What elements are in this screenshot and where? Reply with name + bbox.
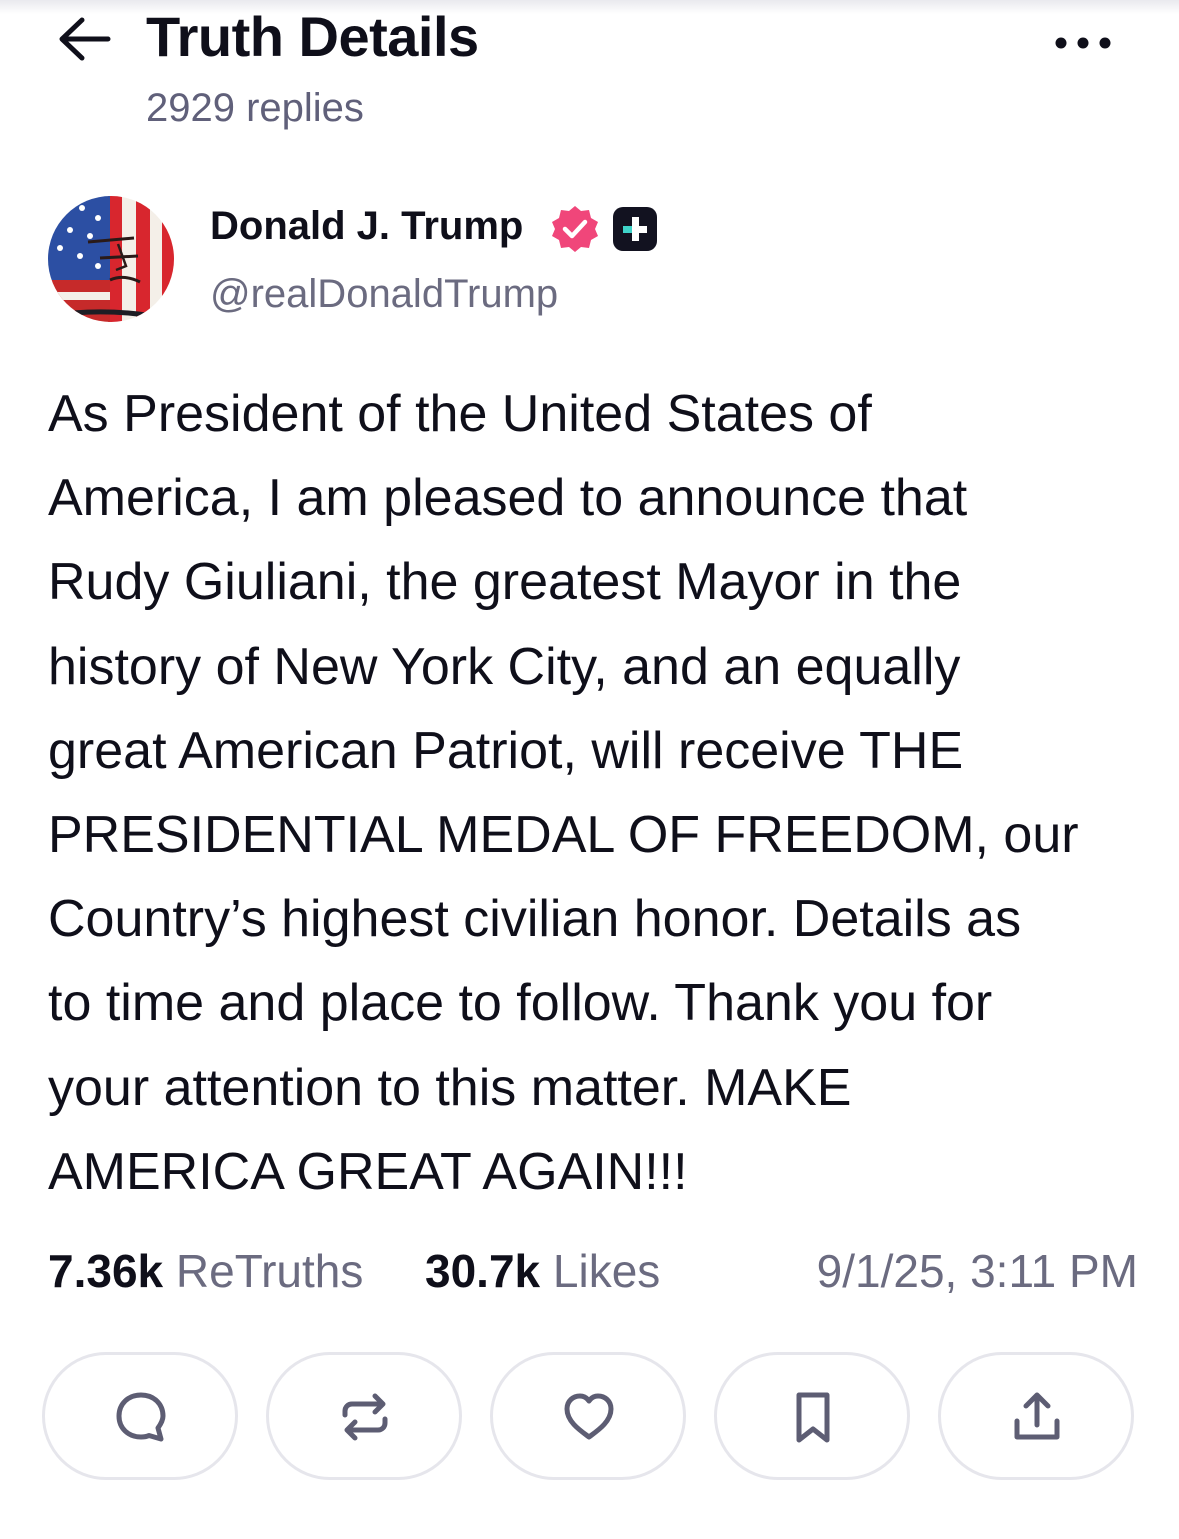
truth-plus-badge-icon — [612, 206, 658, 252]
reply-icon — [116, 1392, 166, 1442]
retruths-stat[interactable]: 7.36k ReTruths — [48, 1244, 363, 1298]
author-name[interactable]: Donald J. Trump — [210, 204, 523, 249]
share-button[interactable] — [938, 1352, 1134, 1480]
retruths-count: 7.36k — [48, 1245, 164, 1297]
more-horizontal-icon — [1055, 37, 1111, 49]
replies-count: 2929 replies — [146, 86, 364, 130]
retruths-label: ReTruths — [175, 1245, 364, 1297]
bookmark-icon — [796, 1392, 830, 1443]
likes-stat[interactable]: 30.7k Likes — [425, 1244, 660, 1298]
avatar-image — [48, 196, 174, 322]
bookmark-button[interactable] — [714, 1352, 910, 1480]
more-button[interactable] — [1050, 26, 1116, 60]
action-bar — [42, 1352, 1142, 1484]
retruth-button[interactable] — [266, 1352, 462, 1480]
retruth-icon — [342, 1393, 388, 1441]
heart-icon — [564, 1393, 614, 1440]
post-timestamp: 9/1/25, 3:11 PM — [816, 1245, 1138, 1297]
author-handle[interactable]: @realDonaldTrump — [210, 272, 558, 317]
post-stats: 7.36k ReTruths 30.7k Likes 9/1/25, 3:11 … — [48, 1244, 1138, 1308]
arrow-left-icon — [59, 17, 111, 61]
likes-count: 30.7k — [425, 1245, 541, 1297]
header: Truth Details 2929 replies — [0, 0, 1179, 150]
page-title: Truth Details — [146, 5, 479, 68]
verified-badge-icon — [550, 204, 600, 254]
likes-label: Likes — [552, 1245, 661, 1297]
share-icon — [1014, 1392, 1060, 1440]
reply-button[interactable] — [42, 1352, 238, 1480]
avatar[interactable] — [48, 196, 174, 322]
post-text: As President of the United States of Ame… — [48, 385, 1079, 1201]
back-button[interactable] — [54, 12, 114, 66]
like-button[interactable] — [490, 1352, 686, 1480]
